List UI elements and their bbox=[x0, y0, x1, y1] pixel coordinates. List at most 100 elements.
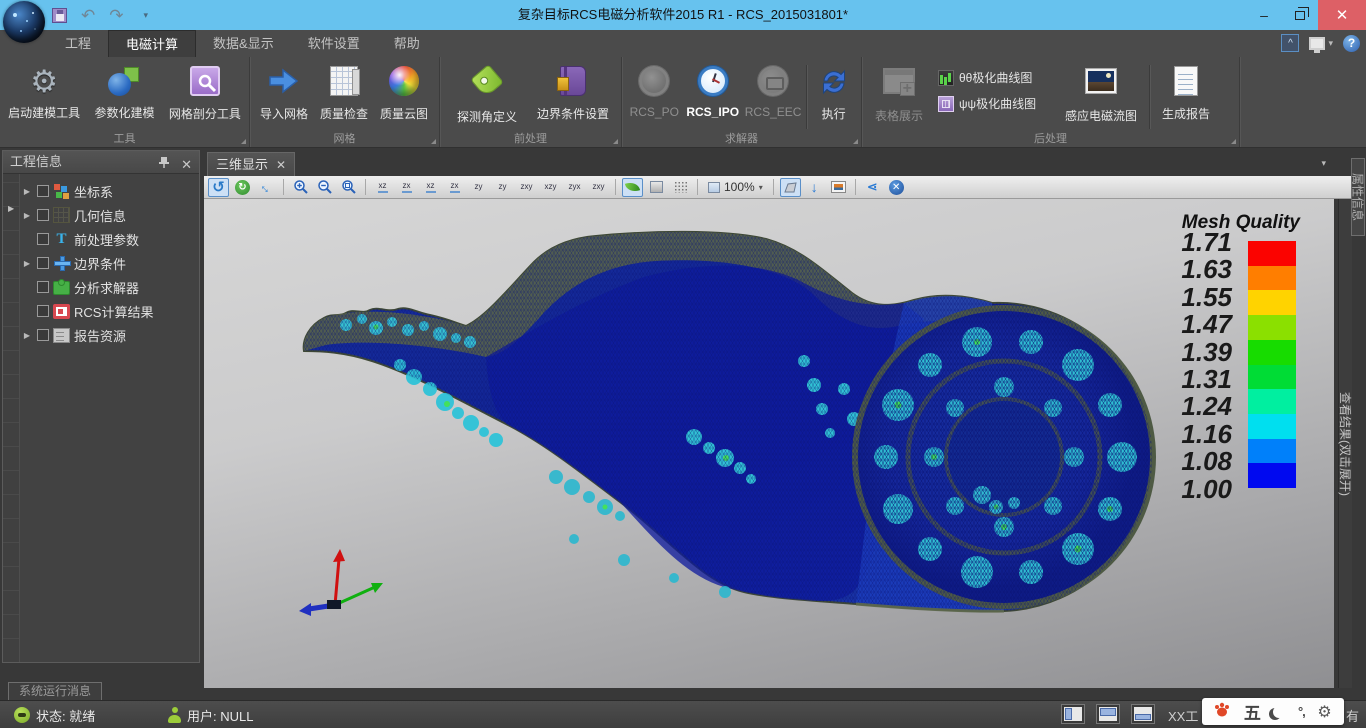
view-orientation-button[interactable]: zxy bbox=[516, 178, 537, 197]
help-icon[interactable]: ? bbox=[1343, 35, 1360, 52]
group-expand-icon[interactable] bbox=[241, 139, 246, 144]
ime-mode-label[interactable]: 五 bbox=[1244, 699, 1261, 724]
rcs-eec-button[interactable]: RCS_EEC bbox=[743, 61, 803, 119]
parametric-modeling-button[interactable]: 参数化建模 bbox=[84, 61, 164, 121]
collapse-ribbon-icon[interactable]: ^ bbox=[1281, 34, 1299, 52]
theta-polarization-curve-button[interactable]: θθ极化曲线图 bbox=[938, 69, 1050, 86]
ime-punctuation-label[interactable]: °, bbox=[1298, 704, 1305, 719]
view-orientation-button[interactable]: zy bbox=[468, 178, 489, 197]
tree-item-coordinate-system[interactable]: ▶ 坐标系 bbox=[21, 179, 197, 203]
view-orientation-button[interactable]: zx bbox=[396, 178, 417, 197]
tree-item-rcs-results[interactable]: RCS计算结果 bbox=[21, 299, 197, 323]
minimize-button[interactable]: – bbox=[1246, 0, 1282, 30]
close-panel-icon[interactable]: ✕ bbox=[181, 154, 192, 176]
zoom-out-icon[interactable] bbox=[314, 178, 335, 197]
view-orientation-button[interactable]: zyx bbox=[564, 178, 585, 197]
quality-check-button[interactable]: 质量检查 bbox=[314, 61, 374, 122]
viewport-3d[interactable]: Mesh Quality 1.71 1.63 1.55 1.47 1.39 1.… bbox=[204, 199, 1334, 688]
ime-settings-icon[interactable]: ⚙ bbox=[1317, 702, 1331, 722]
gutter-arrow-icon[interactable]: ▶ bbox=[8, 204, 14, 213]
close-button[interactable]: ✕ bbox=[1318, 0, 1366, 30]
view-orientation-button[interactable]: zy bbox=[492, 178, 513, 197]
menu-tab-help[interactable]: 帮助 bbox=[377, 30, 437, 57]
tree-item-boundary-conditions[interactable]: ▶ 边界条件 bbox=[21, 251, 197, 275]
pan-icon[interactable]: ↔ bbox=[256, 178, 277, 197]
tree-item-geometry-info[interactable]: ▶ 几何信息 bbox=[21, 203, 197, 227]
menu-tab-em-compute[interactable]: 电磁计算 bbox=[108, 30, 196, 57]
launch-modeler-button[interactable]: ⚙ 启动建模工具 bbox=[4, 61, 84, 121]
snapshot-icon[interactable] bbox=[828, 178, 849, 197]
import-mesh-button[interactable]: 导入网格 bbox=[254, 61, 314, 122]
pin-icon[interactable] bbox=[157, 155, 171, 169]
render-solid-icon[interactable] bbox=[646, 178, 667, 197]
checkbox[interactable] bbox=[37, 281, 49, 293]
view-orientation-button[interactable]: xz bbox=[420, 178, 441, 197]
refresh-view-icon[interactable]: ↻ bbox=[232, 178, 253, 197]
menu-tab-settings[interactable]: 软件设置 bbox=[291, 30, 377, 57]
save-icon[interactable] bbox=[52, 8, 67, 23]
rotate-icon[interactable]: ↺ bbox=[208, 178, 229, 197]
group-expand-icon[interactable] bbox=[613, 139, 618, 144]
tree-item-preprocess-params[interactable]: T 前处理参数 bbox=[21, 227, 197, 251]
table-show-button[interactable]: 表格展示 bbox=[866, 61, 932, 124]
induced-current-map-button[interactable]: 感应电磁流图 bbox=[1056, 61, 1146, 124]
close-view-icon[interactable]: ✕ bbox=[886, 178, 907, 197]
group-expand-icon[interactable] bbox=[1231, 139, 1236, 144]
rcs-po-button[interactable]: RCS_PO bbox=[626, 61, 683, 119]
quick-access-dropdown-icon[interactable]: ▾ bbox=[144, 10, 149, 21]
zoom-level-control[interactable]: 100% ▾ bbox=[704, 178, 767, 197]
group-expand-icon[interactable] bbox=[431, 139, 436, 144]
share-view-icon[interactable]: ⋖ bbox=[862, 178, 883, 197]
expander-icon[interactable]: ▶ bbox=[21, 187, 33, 196]
menu-tab-data-display[interactable]: 数据&显示 bbox=[196, 30, 291, 57]
layout-left-panel-button[interactable] bbox=[1062, 705, 1084, 723]
tree-item-report-resources[interactable]: ▶ 报告资源 bbox=[21, 323, 197, 347]
expander-icon[interactable]: ▶ bbox=[21, 211, 33, 220]
display-style-caret-icon[interactable]: ▾ bbox=[1328, 38, 1333, 49]
view-orientation-button[interactable]: zx bbox=[444, 178, 465, 197]
redo-icon[interactable]: ↷ bbox=[109, 7, 123, 24]
checkbox[interactable] bbox=[37, 209, 49, 221]
zoom-dropdown-icon[interactable]: ▾ bbox=[759, 183, 763, 192]
group-expand-icon[interactable] bbox=[853, 139, 858, 144]
checkbox[interactable] bbox=[37, 257, 49, 269]
view-orientation-button[interactable]: xzy bbox=[540, 178, 561, 197]
layout-bottom-panel-button[interactable] bbox=[1132, 705, 1154, 723]
checkbox[interactable] bbox=[37, 305, 49, 317]
results-collapsed-panel[interactable]: 查看结果(双击展开) bbox=[1338, 199, 1352, 688]
checkbox[interactable] bbox=[37, 329, 49, 341]
close-tab-icon[interactable]: ✕ bbox=[276, 154, 286, 176]
menu-tab-project[interactable]: 工程 bbox=[48, 30, 108, 57]
zoom-fit-icon[interactable] bbox=[338, 178, 359, 197]
restore-button[interactable] bbox=[1282, 0, 1318, 30]
undo-icon[interactable]: ↶ bbox=[81, 7, 95, 24]
properties-collapsed-tab[interactable]: 属性信息 bbox=[1351, 158, 1365, 236]
rcs-ipo-button[interactable]: RCS_IPO bbox=[683, 61, 743, 119]
psi-polarization-curve-button[interactable]: ψψ极化曲线图 bbox=[938, 95, 1050, 112]
ime-logo-icon[interactable] bbox=[1214, 701, 1231, 722]
tree-item-analysis-solver[interactable]: 分析求解器 bbox=[21, 275, 197, 299]
zoom-in-icon[interactable] bbox=[290, 178, 311, 197]
ime-fullhalf-icon[interactable] bbox=[1273, 706, 1285, 718]
probe-angle-button[interactable]: 探测角定义 bbox=[444, 61, 530, 125]
expander-icon[interactable]: ▶ bbox=[21, 259, 33, 268]
app-logo[interactable] bbox=[3, 1, 45, 43]
tab-list-dropdown-icon[interactable]: ▾ bbox=[1321, 158, 1326, 169]
mesh-partition-tool-button[interactable]: 网格剖分工具 bbox=[165, 61, 245, 122]
clip-plane-icon[interactable] bbox=[780, 178, 801, 197]
view-orientation-button[interactable]: xz bbox=[372, 178, 393, 197]
display-style-icon[interactable] bbox=[1309, 37, 1325, 50]
boundary-setting-button[interactable]: 边界条件设置 bbox=[530, 61, 616, 122]
tab-3d-display[interactable]: 三维显示 ✕ bbox=[207, 152, 295, 176]
render-wireframe-icon[interactable] bbox=[670, 178, 691, 197]
layout-top-panel-button[interactable] bbox=[1097, 705, 1119, 723]
view-orientation-button[interactable]: zxy bbox=[588, 178, 609, 197]
import-view-icon[interactable]: ↓ bbox=[804, 178, 825, 197]
render-smooth-icon[interactable] bbox=[622, 178, 643, 197]
quality-cloud-button[interactable]: 质量云图 bbox=[374, 61, 434, 122]
generate-report-button[interactable]: 生成报告 bbox=[1153, 61, 1219, 122]
checkbox[interactable] bbox=[37, 185, 49, 197]
expander-icon[interactable]: ▶ bbox=[21, 331, 33, 340]
checkbox[interactable] bbox=[37, 233, 49, 245]
execute-button[interactable]: 执行 bbox=[810, 61, 857, 122]
